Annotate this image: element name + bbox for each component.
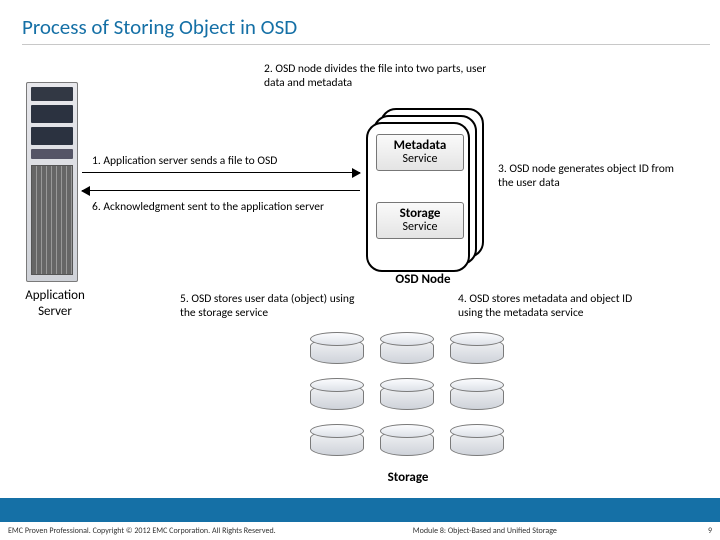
disk-icon	[310, 426, 364, 458]
disk-icon	[380, 380, 434, 412]
page-title: Process of Storing Object in OSD	[0, 0, 720, 44]
footer-module: Module 8: Object-Based and Unified Stora…	[413, 526, 557, 536]
step-2: 2. OSD node divides the file into two pa…	[264, 62, 496, 91]
step-4: 4. OSD stores metadata and object ID usi…	[458, 292, 658, 321]
step-1: 1. Application server sends a file to OS…	[92, 154, 336, 168]
disk-icon	[310, 380, 364, 412]
step-6: 6. Acknowledgment sent to the applicatio…	[92, 200, 332, 214]
disk-icon	[450, 426, 504, 458]
arrow-acknowledgment	[82, 190, 360, 191]
storage-label: Storage	[360, 470, 456, 485]
disk-icon	[310, 334, 364, 366]
storage-disks	[310, 334, 506, 466]
application-server-icon	[26, 82, 78, 282]
footer-band	[0, 498, 720, 522]
footer-copyright: EMC Proven Professional. Copyright © 201…	[8, 526, 276, 536]
step-3: 3. OSD node generates object ID from the…	[498, 162, 680, 191]
metadata-service-box: Metadata Service	[376, 134, 464, 171]
disk-icon	[450, 334, 504, 366]
metadata-service-sub: Service	[403, 152, 438, 166]
arrow-send-file	[82, 172, 360, 173]
title-divider	[22, 44, 710, 45]
disk-icon	[380, 426, 434, 458]
osd-node-cluster: Metadata Service Storage Service	[366, 108, 486, 272]
metadata-service-title: Metadata	[377, 139, 463, 153]
disk-icon	[380, 334, 434, 366]
storage-service-sub: Service	[403, 220, 438, 234]
storage-service-title: Storage	[377, 207, 463, 221]
osd-node-label: OSD Node	[372, 272, 474, 287]
footer: EMC Proven Professional. Copyright © 201…	[0, 522, 720, 540]
storage-service-box: Storage Service	[376, 202, 464, 239]
page-number: 9	[694, 526, 712, 536]
application-server-label: Application Server	[10, 288, 100, 319]
disk-icon	[450, 380, 504, 412]
diagram-stage: Application Server 1. Application server…	[0, 46, 720, 510]
step-5: 5. OSD stores user data (object) using t…	[180, 292, 370, 321]
